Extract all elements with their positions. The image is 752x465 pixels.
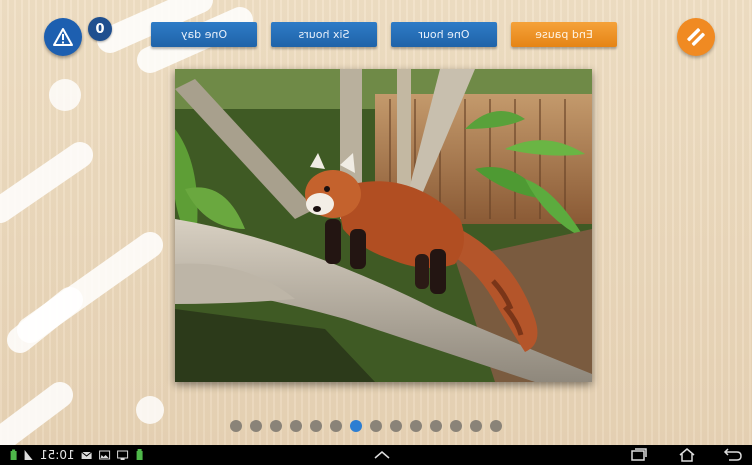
image-icon	[99, 450, 111, 460]
tab-one-hour[interactable]: One hour	[391, 22, 497, 47]
pause-icon	[687, 28, 705, 46]
signal-icon	[25, 450, 33, 460]
red-panda-photo	[175, 69, 592, 382]
page-dot[interactable]	[370, 420, 382, 432]
screen-icon	[117, 450, 129, 460]
recent-apps-icon[interactable]	[628, 447, 650, 463]
page-dot[interactable]	[470, 420, 482, 432]
pause-button[interactable]	[677, 18, 715, 56]
page-dot[interactable]	[410, 420, 422, 432]
page-dot[interactable]	[430, 420, 442, 432]
tab-end-pause[interactable]: End pause	[511, 22, 617, 47]
back-icon[interactable]	[722, 447, 744, 463]
tab-six-hours[interactable]: Six hours	[271, 22, 377, 47]
warning-button[interactable]	[44, 18, 82, 56]
page-dot[interactable]	[450, 420, 462, 432]
battery-icon	[11, 449, 17, 460]
notification-icon	[136, 449, 143, 460]
page-dot[interactable]	[390, 420, 402, 432]
page-dot[interactable]	[230, 420, 242, 432]
warning-icon	[53, 28, 73, 46]
page-indicator	[230, 420, 502, 432]
page-dot[interactable]	[270, 420, 282, 432]
alert-count-badge: 0	[88, 17, 112, 41]
page-dot[interactable]	[490, 420, 502, 432]
page-dot[interactable]	[310, 420, 322, 432]
page-dot[interactable]	[250, 420, 262, 432]
page-dot[interactable]	[350, 420, 362, 432]
status-area: 10:51	[10, 448, 145, 462]
system-bar: 10:51	[0, 445, 752, 465]
page-dot[interactable]	[290, 420, 302, 432]
notification-chevron-icon[interactable]	[371, 447, 393, 463]
clock: 10:51	[40, 448, 75, 462]
page-dot[interactable]	[330, 420, 342, 432]
tab-one-day[interactable]: One day	[151, 22, 257, 47]
home-icon[interactable]	[676, 447, 698, 463]
mail-icon	[81, 451, 92, 459]
